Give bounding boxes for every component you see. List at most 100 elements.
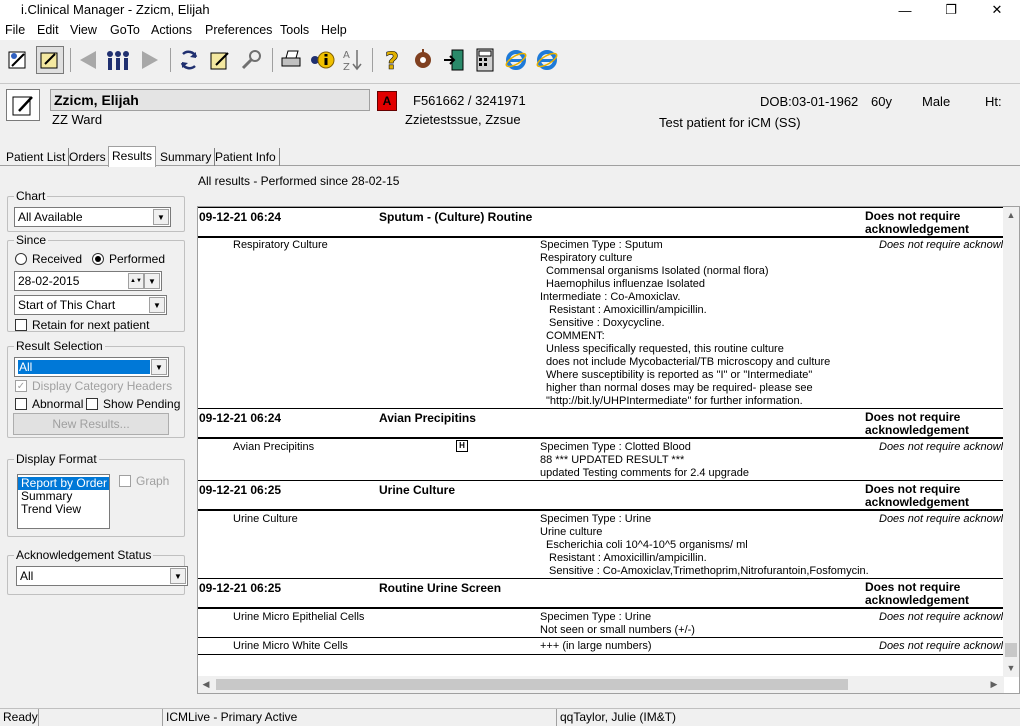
graph-checkbox[interactable] bbox=[119, 475, 131, 487]
vertical-scrollbar[interactable]: ▲ ▼ bbox=[1003, 207, 1019, 677]
received-radio[interactable] bbox=[15, 253, 27, 265]
chevron-down-icon[interactable]: ▼ bbox=[149, 297, 165, 313]
menu-goto[interactable]: GoTo bbox=[110, 23, 140, 37]
result-line: Respiratory culture bbox=[540, 252, 633, 264]
scroll-left-icon[interactable]: ◀ bbox=[198, 676, 214, 692]
alert-badge[interactable]: A bbox=[377, 91, 397, 111]
patient-ids: F561662 / 3241971 bbox=[413, 93, 526, 108]
result-line: 88 *** UPDATED RESULT *** bbox=[540, 454, 685, 466]
window-title: i.Clinical Manager - Zzicm, Elijah bbox=[21, 2, 210, 17]
result-line: "http://bit.ly/UHPIntermediate" for furt… bbox=[546, 395, 803, 407]
show-pending-checkbox[interactable] bbox=[86, 398, 98, 410]
search-tools-icon[interactable] bbox=[238, 46, 266, 74]
result-selection-select[interactable]: All ▼ bbox=[14, 357, 169, 377]
menu-actions[interactable]: Actions bbox=[151, 23, 192, 37]
settings-icon[interactable] bbox=[409, 46, 437, 74]
since-date-picker[interactable]: 28-02-2015 ▲▼ ▼ bbox=[14, 271, 162, 291]
help-question-icon[interactable]: ? bbox=[378, 46, 406, 74]
calculator-icon[interactable] bbox=[471, 46, 499, 74]
chevron-down-icon[interactable]: ▼ bbox=[170, 568, 186, 584]
new-results-button[interactable]: New Results... bbox=[13, 413, 169, 435]
info-icon[interactable] bbox=[308, 46, 336, 74]
order-datetime: 09-12-21 06:25 bbox=[199, 483, 282, 497]
result-selection-group: Result Selection All ▼ ✓ Display Categor… bbox=[7, 339, 185, 438]
patient-list-icon[interactable] bbox=[4, 46, 32, 74]
order-ack: Does not require acknowledgement bbox=[865, 410, 970, 437]
menu-help[interactable]: Help bbox=[321, 23, 347, 37]
order-name: Urine Culture bbox=[379, 483, 456, 497]
tab-patient-info[interactable]: Patient Info bbox=[212, 148, 280, 166]
forward-arrow-icon[interactable] bbox=[136, 46, 164, 74]
menu-tools[interactable]: Tools bbox=[280, 23, 309, 37]
order-header[interactable]: 09-12-21 06:25 Routine Urine Screen Does… bbox=[198, 578, 1004, 609]
restore-icon[interactable]: ❐ bbox=[928, 0, 974, 20]
tab-patient-list[interactable]: Patient List bbox=[3, 148, 70, 166]
scroll-right-icon[interactable]: ▶ bbox=[986, 676, 1002, 692]
chevron-down-icon[interactable]: ▼ bbox=[153, 209, 169, 225]
performed-label: Performed bbox=[109, 252, 166, 266]
row-divider bbox=[198, 654, 1004, 655]
patient-notes-icon[interactable] bbox=[6, 89, 40, 121]
display-format-list[interactable]: Report by Order Summary Trend View bbox=[17, 474, 110, 529]
test-ack: Does not require acknowl bbox=[879, 513, 1004, 525]
result-line: Resistant : Amoxicillin/ampicillin. bbox=[549, 552, 707, 564]
svg-text:Z: Z bbox=[343, 62, 350, 73]
ack-status-select[interactable]: All ▼ bbox=[16, 566, 188, 586]
display-format-label: Display Format bbox=[14, 452, 99, 466]
horizontal-scrollbar[interactable]: ◀ ▶ bbox=[198, 676, 1004, 693]
chart-label: Chart bbox=[14, 189, 48, 203]
patient-age: 60y bbox=[871, 94, 892, 109]
tab-strip: Patient List Orders Results Summary Pati… bbox=[0, 146, 1020, 167]
display-format-group: Display Format Report by Order Summary T… bbox=[7, 452, 185, 537]
refresh-icon[interactable] bbox=[175, 46, 203, 74]
order-header[interactable]: 09-12-21 06:24 Avian Precipitins Does no… bbox=[198, 408, 1004, 439]
date-spin-icon[interactable]: ▲▼ bbox=[128, 273, 144, 289]
ack-status-value: All bbox=[20, 569, 34, 583]
horizontal-scroll-thumb[interactable] bbox=[216, 679, 848, 690]
display-headers-checkbox[interactable]: ✓ bbox=[15, 380, 27, 392]
tab-summary[interactable]: Summary bbox=[157, 148, 216, 166]
edit-note-icon[interactable] bbox=[206, 46, 234, 74]
minimize-icon[interactable]: — bbox=[882, 0, 928, 20]
chevron-down-icon[interactable]: ▼ bbox=[151, 359, 167, 375]
print-icon[interactable] bbox=[277, 46, 305, 74]
close-icon[interactable]: ✕ bbox=[974, 0, 1020, 20]
result-line: does not include Mycobacterial/TB micros… bbox=[546, 356, 831, 368]
tab-orders[interactable]: Orders bbox=[66, 148, 110, 166]
result-line: Urine culture bbox=[540, 526, 603, 538]
browser-icon[interactable] bbox=[502, 46, 530, 74]
chevron-down-icon[interactable]: ▼ bbox=[144, 273, 160, 289]
retain-checkbox[interactable] bbox=[15, 319, 27, 331]
format-option-trend-view[interactable]: Trend View bbox=[18, 503, 109, 516]
display-headers-label: Display Category Headers bbox=[32, 379, 173, 393]
scroll-up-icon[interactable]: ▲ bbox=[1003, 207, 1019, 223]
vertical-scroll-thumb[interactable] bbox=[1005, 643, 1017, 657]
title-bar: i.Clinical Manager - Zzicm, Elijah — ❐ ✕ bbox=[0, 0, 1020, 20]
tab-results[interactable]: Results bbox=[108, 146, 157, 167]
chart-icon[interactable] bbox=[36, 46, 64, 74]
patient-ward: ZZ Ward bbox=[52, 112, 103, 127]
chart-select-value: All Available bbox=[18, 210, 83, 224]
order-header[interactable]: 09-12-21 06:25 Urine Culture Does not re… bbox=[198, 480, 1004, 511]
chart-select[interactable]: All Available ▼ bbox=[14, 207, 171, 227]
menu-edit[interactable]: Edit bbox=[37, 23, 59, 37]
scroll-down-icon[interactable]: ▼ bbox=[1003, 660, 1019, 676]
menu-view[interactable]: View bbox=[70, 23, 97, 37]
status-empty-pane bbox=[38, 709, 162, 726]
menu-file[interactable]: File bbox=[5, 23, 25, 37]
exit-door-icon[interactable] bbox=[440, 46, 468, 74]
patient-banner: Zzicm, Elijah ZZ Ward A F561662 / 324197… bbox=[0, 83, 1020, 143]
sort-az-icon[interactable]: AZ bbox=[338, 46, 366, 74]
browser-alt-icon[interactable] bbox=[533, 46, 561, 74]
performed-radio[interactable] bbox=[92, 253, 104, 265]
test-name: Respiratory Culture bbox=[233, 239, 328, 251]
order-ack: Does not require acknowledgement bbox=[865, 580, 970, 607]
order-header[interactable]: 09-12-21 06:24 Sputum - (Culture) Routin… bbox=[198, 207, 1004, 238]
menu-preferences[interactable]: Preferences bbox=[205, 23, 272, 37]
result-line: Sensitive : Doxycycline. bbox=[549, 317, 665, 329]
back-arrow-icon[interactable] bbox=[74, 46, 102, 74]
since-start-select[interactable]: Start of This Chart ▼ bbox=[14, 295, 167, 315]
patients-group-icon[interactable] bbox=[104, 46, 132, 74]
abnormal-checkbox[interactable] bbox=[15, 398, 27, 410]
result-line: Escherichia coli 10^4-10^5 organisms/ ml bbox=[546, 539, 748, 551]
